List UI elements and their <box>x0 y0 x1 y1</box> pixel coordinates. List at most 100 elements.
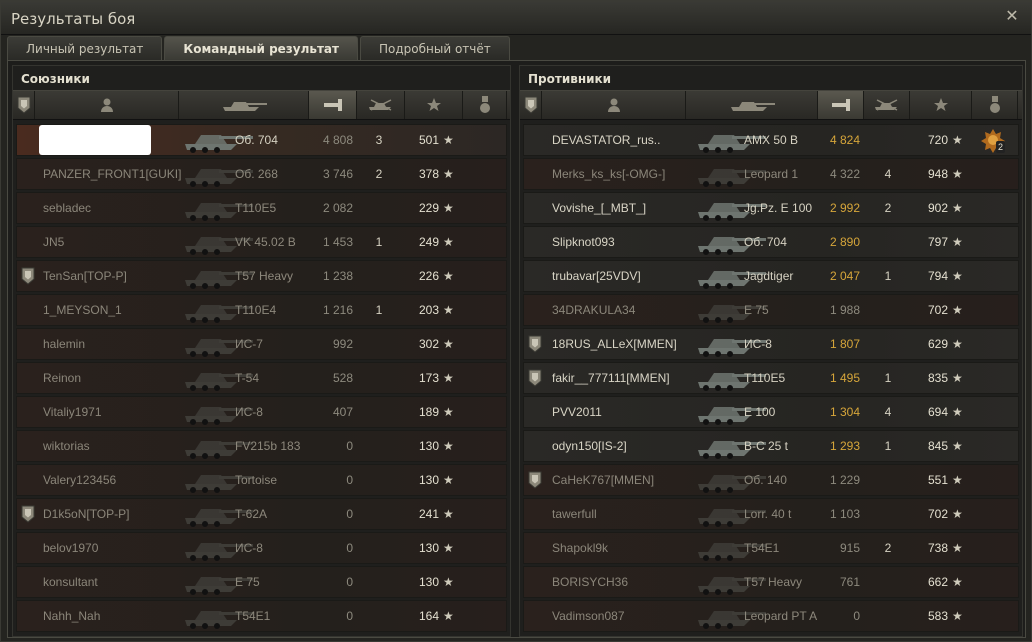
player-row[interactable]: trubavar[25VDV] Jagdtiger 2 047 1 794 ★ <box>523 260 1019 292</box>
tank-name: ИС-7 <box>235 337 263 351</box>
header-medal[interactable] <box>972 91 1018 119</box>
header-damage[interactable] <box>818 91 864 119</box>
player-row[interactable]: 1_MEYSON_1 T110E4 1 216 1 203 ★ <box>16 294 507 326</box>
player-row[interactable]: D1k5oN[TOP-P] T-62A 0 241 ★ <box>16 498 507 530</box>
player-row[interactable]: Об. 704 4 808 3 501 ★ <box>16 124 507 156</box>
player-name: PANZER_FRONT1[GUKI] <box>43 167 182 181</box>
header-player[interactable] <box>542 91 686 119</box>
xp-value: 130 <box>418 439 439 453</box>
xp-value: 738 <box>927 541 948 555</box>
tab-personal-result[interactable]: Личный результат <box>7 36 163 60</box>
player-row[interactable]: JN5 VK 45.02 B 1 453 1 249 ★ <box>16 226 507 258</box>
tank-name: Leopard PT A <box>744 609 818 623</box>
xp-value: 130 <box>418 473 439 487</box>
damage-value: 1 807 <box>829 337 860 351</box>
header-platoon[interactable] <box>13 91 35 119</box>
damage-value: 0 <box>346 575 353 589</box>
header-xp[interactable] <box>405 91 463 119</box>
player-name: sebladec <box>43 201 92 215</box>
header-kills[interactable] <box>357 91 405 119</box>
xp-star-icon: ★ <box>952 337 963 351</box>
damage-value: 528 <box>332 371 353 385</box>
kills-value: 3 <box>375 133 383 147</box>
player-row[interactable]: TenSan[TOP-P] T57 Heavy 1 238 226 ★ <box>16 260 507 292</box>
player-row[interactable]: CaHeK767[MMEN] Об. 140 1 229 551 ★ <box>523 464 1019 496</box>
player-row[interactable]: odyn150[IS-2] В-С 25 t 1 293 1 845 ★ <box>523 430 1019 462</box>
kills-value <box>878 295 898 325</box>
damage-value: 0 <box>346 507 353 521</box>
player-row[interactable]: Vadimson087 Leopard PT A 0 583 ★ <box>523 600 1019 632</box>
player-row[interactable]: belov1970 ИС-8 0 130 ★ <box>16 532 507 564</box>
player-row[interactable]: Nahh_Nah T54E1 0 164 ★ <box>16 600 507 632</box>
player-name: tawerfull <box>552 507 597 521</box>
player-row[interactable]: 18RUS_ALLeX[MMEN] ИС-8 1 807 629 ★ <box>523 328 1019 360</box>
damage-value: 1 238 <box>322 269 353 283</box>
kills-value <box>878 499 898 529</box>
player-row[interactable]: Vovishe_[_MBT_] Jg.Pz. E 100 2 992 2 902 ★ <box>523 192 1019 224</box>
header-player[interactable] <box>35 91 179 119</box>
damage-value: 992 <box>332 337 353 351</box>
xp-value: 229 <box>418 201 439 215</box>
player-row[interactable]: Shapokl9k T54E1 915 2 738 ★ <box>523 532 1019 564</box>
player-row[interactable]: Merks_ks_ks[-OMG-] Leopard 1 4 322 4 948 ★ <box>523 158 1019 190</box>
damage-value: 0 <box>346 439 353 453</box>
player-row[interactable]: PANZER_FRONT1[GUKI] Об. 268 3 746 2 378 ★ <box>16 158 507 190</box>
tank-name: Об. 704 <box>235 133 278 147</box>
player-row[interactable]: konsultant E 75 0 130 ★ <box>16 566 507 598</box>
kills-value: 2 <box>884 201 892 215</box>
header-medal[interactable] <box>463 91 507 119</box>
header-damage[interactable] <box>309 91 357 119</box>
xp-star-icon: ★ <box>952 439 963 453</box>
tab-detailed-report[interactable]: Подробный отчёт <box>359 36 510 60</box>
player-row[interactable]: halemin ИС-7 992 302 ★ <box>16 328 507 360</box>
damage-value: 2 992 <box>829 201 860 215</box>
damage-value: 4 808 <box>322 133 353 147</box>
xp-star-icon: ★ <box>952 473 963 487</box>
player-row[interactable]: PVV2011 E 100 1 304 4 694 ★ <box>523 396 1019 428</box>
header-tank[interactable] <box>686 91 818 119</box>
player-row[interactable]: sebladec T110E5 2 082 229 ★ <box>16 192 507 224</box>
title-bar[interactable]: Результаты боя ✕ <box>1 1 1031 35</box>
player-name: BORISYCH36 <box>552 575 629 589</box>
header-tank[interactable] <box>179 91 309 119</box>
close-icon[interactable]: ✕ <box>1003 8 1021 26</box>
xp-value: 902 <box>927 201 948 215</box>
player-row[interactable]: fakir__777111[MMEN] T110E5 1 495 1 835 ★ <box>523 362 1019 394</box>
tank-name: Об. 140 <box>744 473 787 487</box>
kills-value <box>878 227 898 257</box>
xp-value: 203 <box>418 303 439 317</box>
xp-value: 694 <box>927 405 948 419</box>
player-row[interactable]: BORISYCH36 T57 Heavy 761 662 ★ <box>523 566 1019 598</box>
xp-value: 241 <box>418 507 439 521</box>
xp-value: 720 <box>927 133 948 147</box>
header-xp[interactable] <box>910 91 972 119</box>
player-name: Vovishe_[_MBT_] <box>552 201 647 215</box>
tab-team-result[interactable]: Командный результат <box>164 36 358 60</box>
damage-value: 2 047 <box>829 269 860 283</box>
xp-value: 835 <box>927 371 948 385</box>
tank-name: Об. 268 <box>235 167 278 181</box>
tank-name: Leopard 1 <box>744 167 799 181</box>
medal-icon[interactable]: 2 <box>980 127 1006 153</box>
player-row[interactable]: Slipknot093 Об. 704 2 890 797 ★ <box>523 226 1019 258</box>
xp-star-icon: ★ <box>443 133 454 147</box>
player-row[interactable]: DEVASTATOR_rus.. AMX 50 B 4 824 720 ★ 2 <box>523 124 1019 156</box>
xp-value: 794 <box>927 269 948 283</box>
player-name: JN5 <box>43 235 65 249</box>
player-row[interactable]: Valery123456 Tortoise 0 130 ★ <box>16 464 507 496</box>
player-row[interactable]: 34DRAKULA34 E 75 1 988 702 ★ <box>523 294 1019 326</box>
header-platoon[interactable] <box>520 91 542 119</box>
player-name: konsultant <box>43 575 98 589</box>
damage-value: 1 103 <box>829 507 860 521</box>
header-kills[interactable] <box>864 91 910 119</box>
player-row[interactable]: Vitaliy1971 ИС-8 407 189 ★ <box>16 396 507 428</box>
player-row[interactable]: tawerfull Lorr. 40 t 1 103 702 ★ <box>523 498 1019 530</box>
allies-panel: Союзники Об. 704 4 808 3 501 ★ PANZER_FRONT1[… <box>12 65 511 637</box>
player-name: belov1970 <box>43 541 99 555</box>
player-row[interactable]: Reinon T-54 528 173 ★ <box>16 362 507 394</box>
damage-value: 407 <box>332 405 353 419</box>
player-row[interactable]: wiktorias FV215b 183 0 130 ★ <box>16 430 507 462</box>
platoon-icon <box>21 267 35 285</box>
xp-value: 845 <box>927 439 948 453</box>
xp-star-icon: ★ <box>952 201 963 215</box>
